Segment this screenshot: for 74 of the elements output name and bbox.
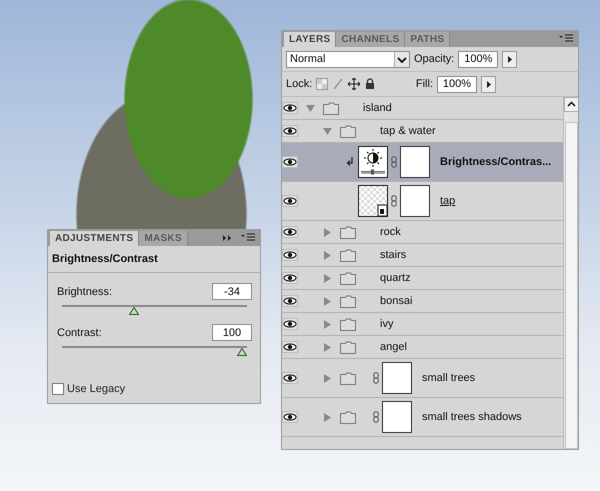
brightness-adjustment-icon	[358, 146, 388, 178]
eye-icon[interactable]	[282, 372, 298, 384]
mask-thumbnail[interactable]	[400, 185, 430, 217]
eye-icon[interactable]	[282, 295, 298, 307]
eye-icon[interactable]	[282, 411, 298, 423]
padlock-icon[interactable]	[364, 78, 376, 90]
slider-label: Brightness:	[57, 286, 112, 298]
eye-icon[interactable]	[282, 272, 298, 284]
fill-label: Fill:	[416, 78, 433, 90]
mask-thumbnail[interactable]	[382, 401, 412, 433]
transparent-layer-thumbnail	[358, 185, 388, 217]
link-chain-icon[interactable]	[391, 156, 397, 168]
chevron-down-icon	[394, 52, 409, 66]
fill-field[interactable]: 100%	[437, 76, 477, 92]
layer-row[interactable]: small trees shadows	[282, 398, 563, 437]
eye-icon[interactable]	[282, 249, 298, 261]
layer-row[interactable]: tap	[282, 182, 563, 221]
eye-icon[interactable]	[282, 125, 298, 137]
move-icon[interactable]	[348, 78, 360, 90]
chevron-up-icon[interactable]	[564, 97, 578, 112]
link-chain-icon[interactable]	[391, 195, 397, 207]
layer-name: angel	[380, 341, 407, 353]
folder-icon	[340, 410, 356, 424]
layer-name: Brightness/Contras...	[440, 156, 552, 168]
layer-name: quartz	[380, 272, 411, 284]
opacity-label: Opacity:	[414, 53, 454, 65]
folder-icon	[340, 124, 356, 138]
layer-row[interactable]: small trees	[282, 359, 563, 398]
folder-icon	[340, 372, 356, 384]
layer-row[interactable]: Brightness/Contras...	[282, 143, 563, 182]
folder-icon	[340, 340, 356, 354]
folder-icon	[340, 318, 356, 330]
value-field[interactable]: -34	[212, 283, 252, 300]
eye-icon[interactable]	[282, 156, 298, 168]
opacity-field[interactable]: 100%	[458, 50, 498, 68]
layer-name: tap & water	[380, 125, 436, 137]
layer-name: tap	[440, 195, 456, 207]
use-legacy-checkbox[interactable]: Use Legacy	[52, 383, 260, 403]
panel-tab[interactable]: ADJUSTMENTS	[50, 231, 140, 246]
folder-icon	[323, 102, 339, 114]
value-field[interactable]: 100	[212, 324, 252, 341]
blend-mode-dropdown[interactable]: Normal	[286, 50, 410, 68]
folder-icon	[340, 294, 356, 308]
eye-icon[interactable]	[282, 195, 298, 207]
slider-thumb[interactable]	[237, 348, 247, 356]
arrow-right-icon[interactable]	[481, 76, 496, 92]
arrow-right-icon[interactable]	[502, 50, 518, 68]
lock-label: Lock:	[286, 78, 312, 90]
folder-icon	[340, 272, 356, 284]
eye-icon[interactable]	[282, 102, 298, 114]
scrollbar[interactable]	[563, 97, 578, 449]
layer-name: small trees shadows	[422, 411, 522, 423]
checkerboard-icon[interactable]	[316, 78, 328, 90]
panel-menu-icon[interactable]	[240, 233, 256, 243]
layer-name: bonsai	[380, 295, 412, 307]
layer-name: stairs	[380, 249, 406, 261]
eye-icon[interactable]	[282, 318, 298, 330]
panel-menu-icon[interactable]	[558, 34, 574, 44]
link-chain-icon[interactable]	[373, 411, 379, 423]
mask-thumbnail[interactable]	[400, 146, 430, 178]
layer-name: rock	[380, 226, 401, 238]
panel-tab[interactable]: LAYERS	[284, 32, 336, 47]
eye-icon[interactable]	[282, 226, 298, 238]
layer-name: small trees	[422, 372, 476, 384]
folder-icon	[340, 226, 356, 238]
slider-thumb[interactable]	[128, 307, 138, 315]
folder-icon	[340, 248, 356, 262]
mask-thumbnail[interactable]	[382, 362, 412, 394]
adjustment-title: Brightness/Contrast	[48, 246, 260, 273]
layer-name: island	[363, 102, 392, 114]
layer-name: ivy	[380, 318, 394, 330]
eye-icon[interactable]	[282, 341, 298, 353]
link-chain-icon[interactable]	[373, 372, 379, 384]
slider-label: Contrast:	[57, 326, 102, 338]
